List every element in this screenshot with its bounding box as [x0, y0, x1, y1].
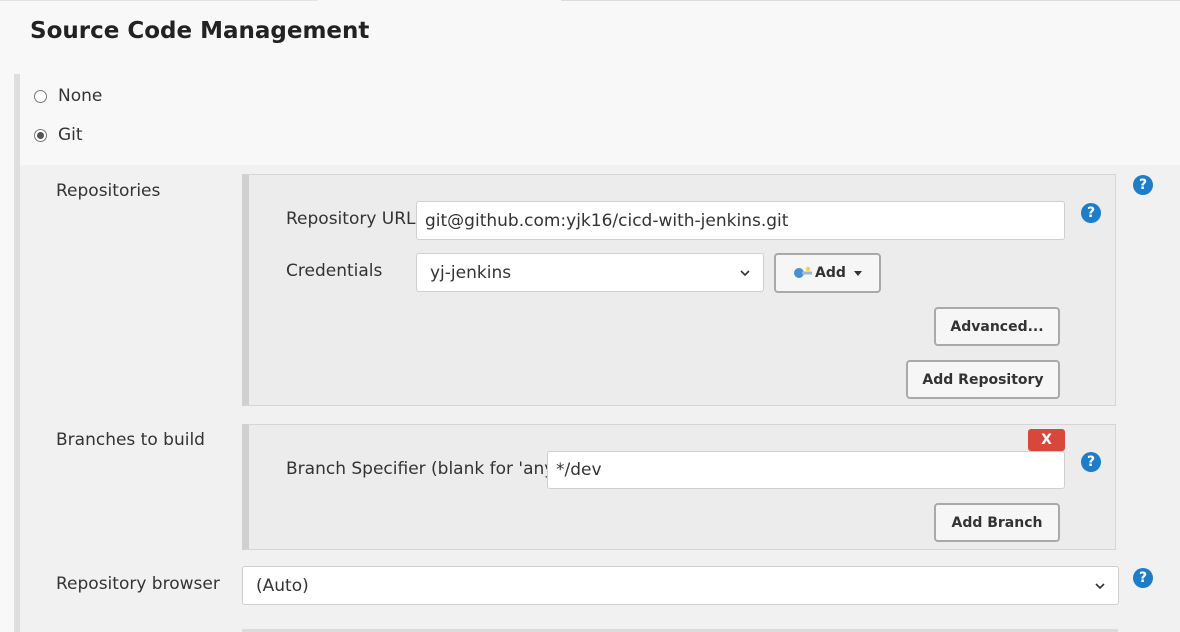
repository-browser-value: (Auto): [256, 575, 309, 596]
caret-down-icon: [853, 270, 862, 276]
repository-browser-label: Repository browser: [56, 574, 220, 594]
top-divider-right: [561, 0, 1180, 1]
add-repository-button[interactable]: Add Repository: [906, 360, 1060, 399]
credentials-value: yj-jenkins: [430, 262, 512, 283]
repository-url-help-icon[interactable]: ?: [1081, 203, 1101, 223]
add-credentials-label: Add: [815, 265, 846, 281]
radio-none-label: None: [58, 86, 103, 106]
repository-browser-select[interactable]: (Auto): [242, 566, 1119, 605]
key-icon: [794, 266, 813, 278]
scm-option-none[interactable]: None: [34, 86, 102, 106]
repository-url-input[interactable]: git@github.com:yjk16/cicd-with-jenkins.g…: [416, 201, 1065, 240]
branch-specifier-help-icon[interactable]: ?: [1081, 452, 1101, 472]
chevron-down-icon: [1095, 582, 1105, 589]
credentials-select[interactable]: yj-jenkins: [416, 253, 764, 292]
repository-url-label: Repository URL: [286, 209, 416, 229]
section-title: Source Code Management: [30, 18, 370, 44]
branch-specifier-input[interactable]: */dev: [547, 451, 1065, 489]
scm-option-git[interactable]: Git: [34, 125, 83, 145]
add-credentials-button[interactable]: Add: [774, 253, 881, 293]
radio-git-label: Git: [58, 125, 83, 145]
radio-git[interactable]: [34, 128, 47, 142]
advanced-button[interactable]: Advanced...: [934, 307, 1060, 346]
delete-branch-button[interactable]: X: [1028, 429, 1065, 451]
branch-specifier-label: Branch Specifier (blank for 'any'): [286, 459, 566, 479]
chevron-down-icon: [740, 269, 750, 276]
repository-browser-help-icon[interactable]: ?: [1133, 568, 1153, 588]
credentials-label: Credentials: [286, 261, 383, 281]
top-divider-left: [0, 0, 318, 1]
add-branch-button[interactable]: Add Branch: [934, 503, 1060, 542]
repositories-help-icon[interactable]: ?: [1133, 175, 1153, 195]
radio-none[interactable]: [34, 89, 47, 103]
repositories-label: Repositories: [56, 181, 161, 201]
branches-label: Branches to build: [56, 430, 205, 450]
